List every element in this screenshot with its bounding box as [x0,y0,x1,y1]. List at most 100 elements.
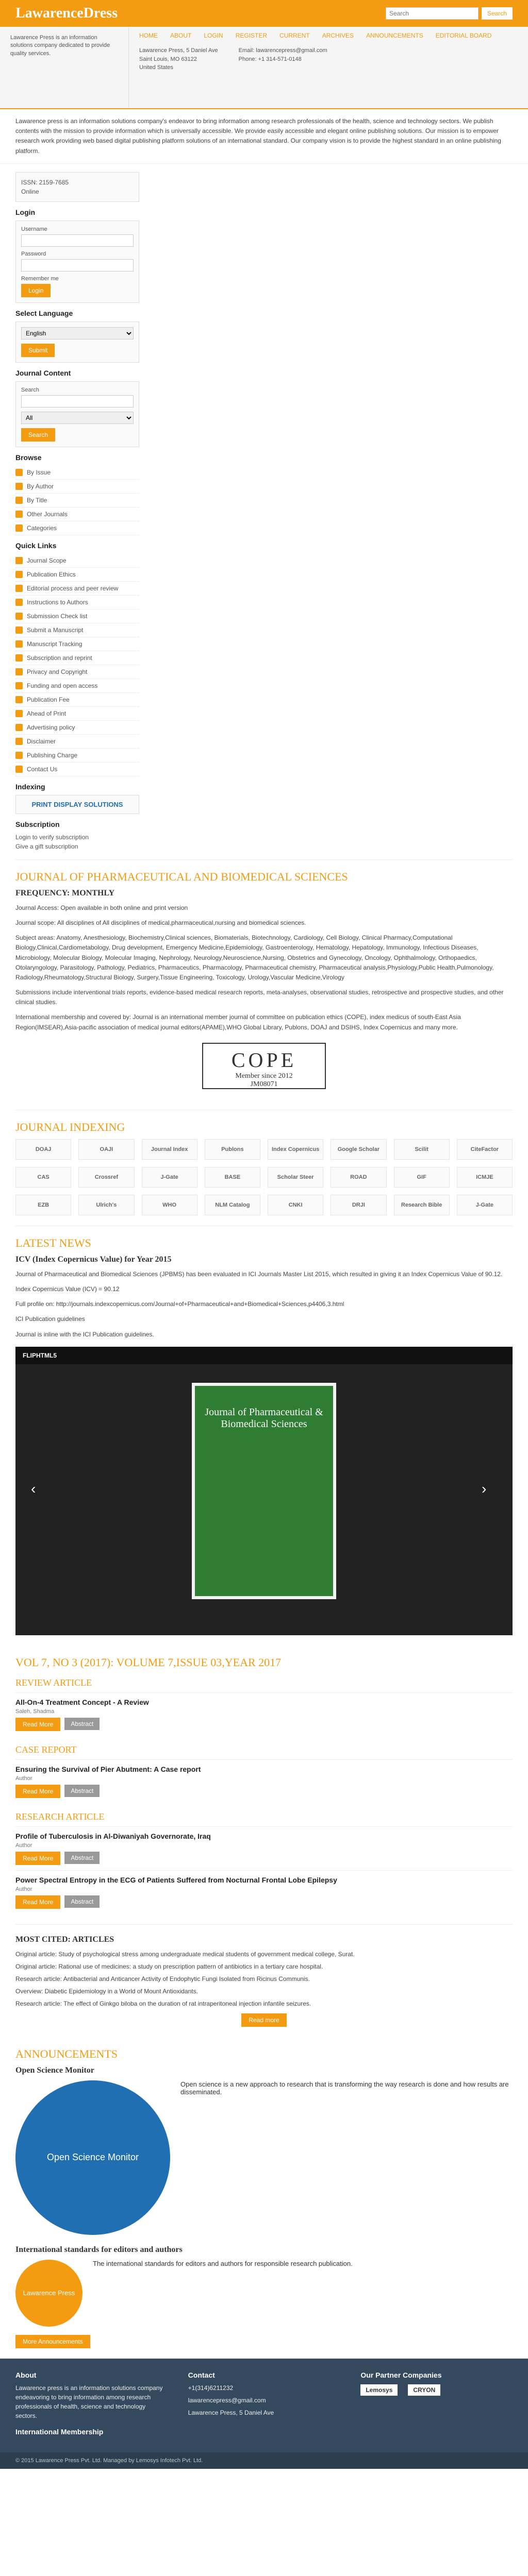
quick-link[interactable]: Disclaimer [15,735,139,749]
language-select[interactable]: English [21,327,134,340]
index-logo[interactable]: DOAJ [15,1139,72,1160]
cope-badge[interactable]: COPE Member since 2012 JM08071 [15,1042,513,1089]
announcement-title[interactable]: International standards for editors and … [15,2245,513,2255]
article-title[interactable]: Ensuring the Survival of Pier Abutment: … [15,1765,513,1773]
index-logo[interactable]: Crossref [78,1166,135,1188]
index-logo[interactable]: Ulrich's [78,1194,135,1215]
quick-link[interactable]: Submit a Manuscript [15,623,139,637]
flipbook-viewer[interactable]: FLIPHTML5 ‹ Journal of Pharmaceutical & … [15,1346,513,1635]
remember-me[interactable]: Remember me [21,276,134,282]
subscription-gift-link[interactable]: Give a gift subscription [15,842,139,851]
cited-item[interactable]: Overview: Diabetic Epidemiology in a Wor… [15,1987,513,1996]
quick-link[interactable]: Advertising policy [15,721,139,735]
index-logo[interactable]: WHO [141,1194,197,1215]
chevron-right-icon[interactable]: › [482,1481,497,1497]
quick-link[interactable]: Subscription and reprint [15,651,139,665]
article-authors: Author [15,1842,32,1849]
index-logo[interactable]: Publons [204,1139,260,1160]
cited-read-more-button[interactable]: Read more [241,2013,287,2027]
article-title[interactable]: All-On-4 Treatment Concept - A Review [15,1698,513,1706]
index-logo[interactable]: NLM Catalog [204,1194,260,1215]
browse-item[interactable]: Categories [15,521,139,535]
index-logo[interactable]: Scholar Steer [268,1166,324,1188]
index-logo[interactable]: CAS [15,1166,72,1188]
abstract-button[interactable]: Abstract [64,1784,100,1797]
cited-item[interactable]: Original article: Study of psychological… [15,1950,513,1959]
browse-item[interactable]: By Title [15,494,139,507]
subscription-login-link[interactable]: Login to verify subscription [15,833,139,842]
quick-link[interactable]: Contact Us [15,762,139,776]
abstract-button[interactable]: Abstract [64,1851,100,1864]
quick-link[interactable]: Instructions to Authors [15,596,139,609]
footer-email[interactable]: lawarencepress@gmail.com [188,2396,340,2405]
site-logo[interactable]: LawarenceDress [15,5,118,22]
browse-item[interactable]: By Author [15,480,139,494]
journal-search-button[interactable]: Search [21,428,56,442]
more-announcements-button[interactable]: More Announcements [15,2334,90,2348]
browse-item[interactable]: By Issue [15,466,139,480]
index-logo[interactable]: DRJI [331,1194,387,1215]
index-logo[interactable]: Scilit [393,1139,450,1160]
username-field[interactable] [21,234,134,247]
read-more-button[interactable]: Read More [15,1895,61,1909]
quick-link[interactable]: Submission Check list [15,609,139,623]
chevron-left-icon[interactable]: ‹ [31,1481,46,1497]
journal-search-input[interactable] [21,395,134,408]
indexing-badge[interactable]: PRINT DISPLAY SOLUTIONS [15,794,139,814]
index-logo[interactable]: EZB [15,1194,72,1215]
partner-logo[interactable]: CRYON [408,2384,441,2396]
search-scope-select[interactable]: All [21,411,134,424]
quick-link[interactable]: Funding and open access [15,679,139,693]
index-logo[interactable]: Index Copernicus [268,1139,324,1160]
nav-current[interactable]: Current [279,32,310,39]
nav-archives[interactable]: Archives [322,32,354,39]
partner-logo[interactable]: Lemosys [360,2384,398,2396]
nav-register[interactable]: Register [236,32,267,39]
quick-link[interactable]: Editorial process and peer review [15,582,139,596]
abstract-button[interactable]: Abstract [64,1717,100,1730]
quick-link[interactable]: Manuscript Tracking [15,637,139,651]
search-input[interactable] [385,7,478,20]
quick-link[interactable]: Journal Scope [15,554,139,568]
abstract-button[interactable]: Abstract [64,1895,100,1908]
cited-item[interactable]: Research article: The effect of Ginkgo b… [15,1999,513,2008]
nav-editorial-board[interactable]: Editorial Board [436,32,492,39]
cited-item[interactable]: Research article: Antibacterial and Anti… [15,1974,513,1984]
quick-link[interactable]: Ahead of Print [15,707,139,721]
article-title[interactable]: Power Spectral Entropy in the ECG of Pat… [15,1876,513,1884]
browse-item[interactable]: Other Journals [15,507,139,521]
index-logo[interactable]: BASE [204,1166,260,1188]
index-logo[interactable]: J-Gate [456,1194,513,1215]
read-more-button[interactable]: Read More [15,1717,61,1731]
news-link[interactable]: Full profile on: http://journals.indexco… [15,1299,513,1309]
index-logo[interactable]: ICMJE [456,1166,513,1188]
index-logo[interactable]: ROAD [331,1166,387,1188]
nav-announcements[interactable]: Announcements [366,32,423,39]
list-icon [15,468,23,476]
password-field[interactable] [21,259,134,272]
cited-item[interactable]: Original article: Rational use of medici… [15,1962,513,1971]
search-button[interactable]: Search [481,7,513,20]
index-logo[interactable]: CiteFactor [456,1139,513,1160]
nav-home[interactable]: Home [139,32,158,39]
index-logo[interactable]: Journal Index [141,1139,197,1160]
index-logo[interactable]: CNKI [268,1194,324,1215]
index-logo[interactable]: Google Scholar [331,1139,387,1160]
nav-login[interactable]: Login [204,32,223,39]
announcement-title[interactable]: Open Science Monitor [15,2066,513,2075]
quick-link[interactable]: Privacy and Copyright [15,665,139,679]
quick-link[interactable]: Publication Ethics [15,568,139,582]
article-title[interactable]: Profile of Tuberculosis in Al-Diwaniyah … [15,1832,513,1840]
read-more-button[interactable]: Read More [15,1784,61,1798]
index-logo[interactable]: J-Gate [141,1166,197,1188]
quick-link[interactable]: Publication Fee [15,693,139,707]
nav-about[interactable]: About [170,32,191,39]
login-button[interactable]: Login [21,283,51,297]
index-logo[interactable]: OAJI [78,1139,135,1160]
index-logo[interactable]: Research Bible [393,1194,450,1215]
language-submit-button[interactable]: Submit [21,343,55,357]
list-icon [15,682,23,689]
quick-link[interactable]: Publishing Charge [15,749,139,762]
read-more-button[interactable]: Read More [15,1851,61,1865]
index-logo[interactable]: GIF [393,1166,450,1188]
